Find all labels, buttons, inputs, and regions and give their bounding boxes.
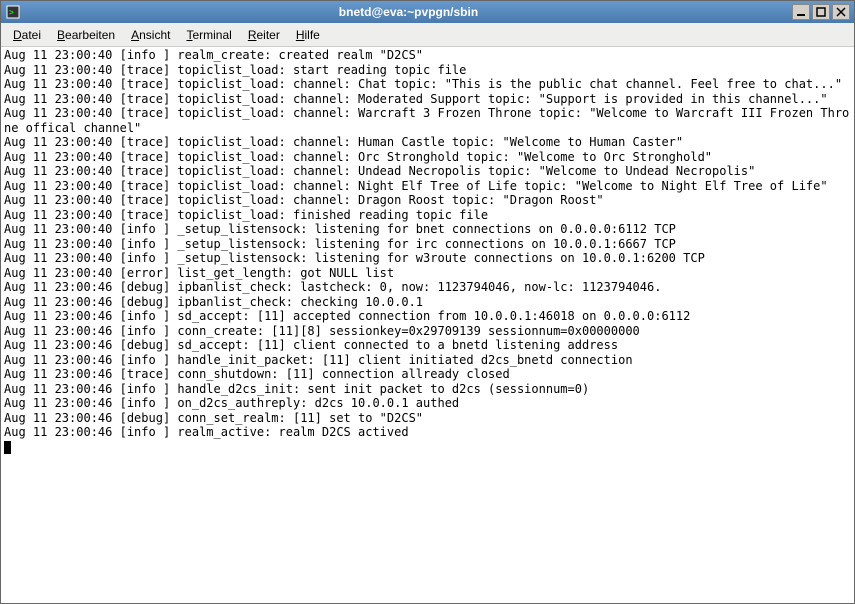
log-line: Aug 11 23:00:40 [trace] topiclist_load: … [4,77,851,92]
terminal-output[interactable]: Aug 11 23:00:40 [info ] realm_create: cr… [1,47,854,603]
menu-terminal[interactable]: Terminal [180,26,237,44]
log-line: Aug 11 23:00:40 [trace] topiclist_load: … [4,106,851,135]
log-line: Aug 11 23:00:40 [info ] _setup_listensoc… [4,251,851,266]
log-line: Aug 11 23:00:46 [info ] conn_create: [11… [4,324,851,339]
log-line: Aug 11 23:00:40 [trace] topiclist_load: … [4,164,851,179]
log-line: Aug 11 23:00:46 [info ] sd_accept: [11] … [4,309,851,324]
menu-edit[interactable]: Bearbeiten [51,26,121,44]
log-line: Aug 11 23:00:40 [error] list_get_length:… [4,266,851,281]
log-line: Aug 11 23:00:46 [debug] ipbanlist_check:… [4,295,851,310]
window-controls [792,4,850,20]
titlebar[interactable]: > bnetd@eva:~pvpgn/sbin [1,1,854,23]
log-line: Aug 11 23:00:40 [trace] topiclist_load: … [4,135,851,150]
menu-view-rest: nsicht [139,28,170,42]
terminal-window: > bnetd@eva:~pvpgn/sbin Datei Bearbeiten… [0,0,855,604]
menu-tabs[interactable]: Reiter [242,26,286,44]
log-line: Aug 11 23:00:46 [debug] conn_set_realm: … [4,411,851,426]
menubar: Datei Bearbeiten Ansicht Terminal Reiter… [1,23,854,47]
menu-file[interactable]: Datei [7,26,47,44]
log-line: Aug 11 23:00:40 [trace] topiclist_load: … [4,208,851,223]
log-line: Aug 11 23:00:40 [trace] topiclist_load: … [4,193,851,208]
log-line: Aug 11 23:00:40 [trace] topiclist_load: … [4,63,851,78]
menu-view[interactable]: Ansicht [125,26,176,44]
log-line: Aug 11 23:00:46 [info ] handle_init_pack… [4,353,851,368]
svg-text:>: > [9,8,14,17]
menu-edit-rest: earbeiten [65,28,115,42]
log-line: Aug 11 23:00:40 [trace] topiclist_load: … [4,150,851,165]
log-line: Aug 11 23:00:46 [trace] conn_shutdown: [… [4,367,851,382]
log-line: Aug 11 23:00:40 [info ] realm_create: cr… [4,48,851,63]
log-line: Aug 11 23:00:46 [debug] ipbanlist_check:… [4,280,851,295]
menu-terminal-rest: erminal [192,28,231,42]
log-line: Aug 11 23:00:46 [debug] sd_accept: [11] … [4,338,851,353]
log-line: Aug 11 23:00:40 [trace] topiclist_load: … [4,179,851,194]
close-button[interactable] [832,4,850,20]
log-line: Aug 11 23:00:40 [info ] _setup_listensoc… [4,237,851,252]
menu-help-rest: ilfe [305,28,320,42]
app-icon: > [5,4,21,20]
log-line: Aug 11 23:00:40 [info ] _setup_listensoc… [4,222,851,237]
menu-help[interactable]: Hilfe [290,26,326,44]
log-line: Aug 11 23:00:46 [info ] handle_d2cs_init… [4,382,851,397]
minimize-button[interactable] [792,4,810,20]
log-line: Aug 11 23:00:46 [info ] on_d2cs_authrepl… [4,396,851,411]
cursor-block [4,441,11,454]
maximize-button[interactable] [812,4,830,20]
log-line: Aug 11 23:00:40 [trace] topiclist_load: … [4,92,851,107]
menu-tabs-rest: eiter [257,28,280,42]
window-title: bnetd@eva:~pvpgn/sbin [25,5,792,19]
menu-file-rest: atei [22,28,41,42]
log-line: Aug 11 23:00:46 [info ] realm_active: re… [4,425,851,440]
